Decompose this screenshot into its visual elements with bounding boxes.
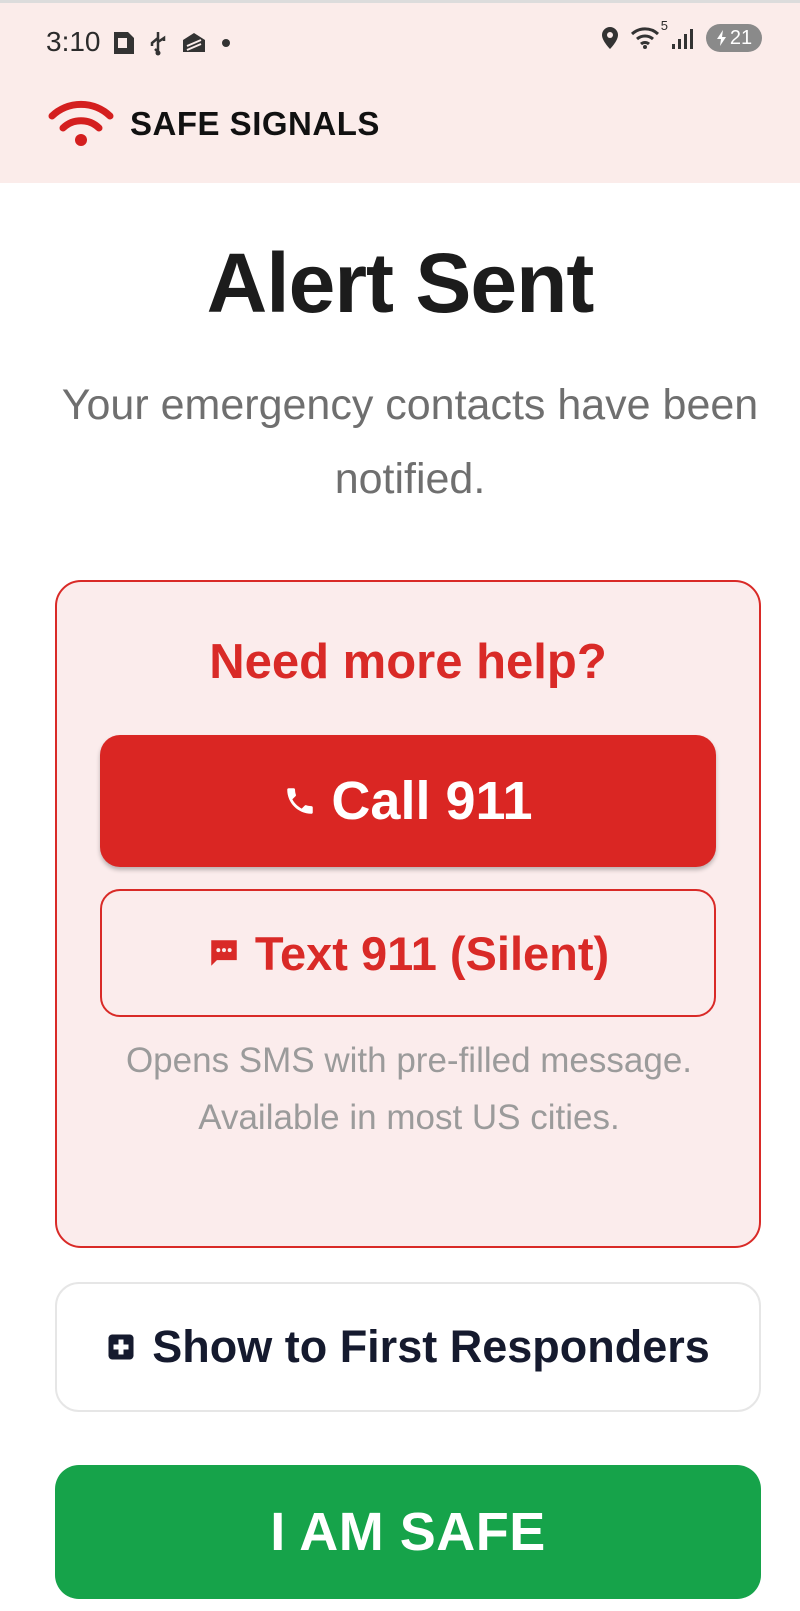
wifi-band-label: 5 (660, 18, 668, 33)
wifi-signal-logo-icon (48, 100, 114, 148)
battery-level: 21 (729, 26, 753, 49)
app-brand: SAFE SIGNALS (48, 100, 380, 148)
page-title: Alert Sent (206, 236, 595, 330)
app-name: SAFE SIGNALS (130, 105, 380, 142)
top-header-area: 3:10 5 21 SAFE SIGNALS (0, 0, 800, 183)
status-bar: 3:10 5 21 (0, 8, 800, 68)
status-left-icons (112, 30, 232, 56)
page-subtitle: Your emergency contacts have been notifi… (61, 381, 759, 503)
i-am-safe-button[interactable]: I AM SAFE (55, 1465, 761, 1599)
medical-cross-icon (106, 1332, 136, 1362)
battery-charging-icon: 21 (706, 24, 762, 52)
help-card-title: Need more help? (209, 635, 607, 689)
i-am-safe-label: I AM SAFE (270, 1502, 546, 1562)
signal-icon (670, 26, 696, 50)
app-notification-icon (180, 30, 208, 56)
text-911-label: Text 911 (Silent) (254, 926, 610, 980)
text-911-button[interactable]: Text 911 (Silent) (100, 889, 716, 1017)
show-first-responders-button[interactable]: Show to First Responders (55, 1282, 761, 1412)
help-card: Need more help? Call 911 Text 911 (Silen… (55, 580, 761, 1248)
status-time: 3:10 (46, 26, 101, 57)
text-911-note: Opens SMS with pre-filled message. Avail… (125, 1041, 693, 1137)
usb-icon (148, 30, 168, 56)
call-911-label: Call 911 (331, 771, 533, 831)
sim-card-icon (112, 30, 136, 56)
wifi-icon: 5 (630, 18, 668, 50)
phone-icon (283, 784, 317, 818)
dot-icon (220, 37, 232, 49)
location-icon (600, 25, 620, 51)
message-icon (207, 936, 241, 970)
status-right-icons: 5 21 (600, 18, 762, 52)
call-911-button[interactable]: Call 911 (100, 735, 716, 867)
window-top-border (0, 0, 800, 3)
show-first-responders-label: Show to First Responders (152, 1321, 710, 1372)
